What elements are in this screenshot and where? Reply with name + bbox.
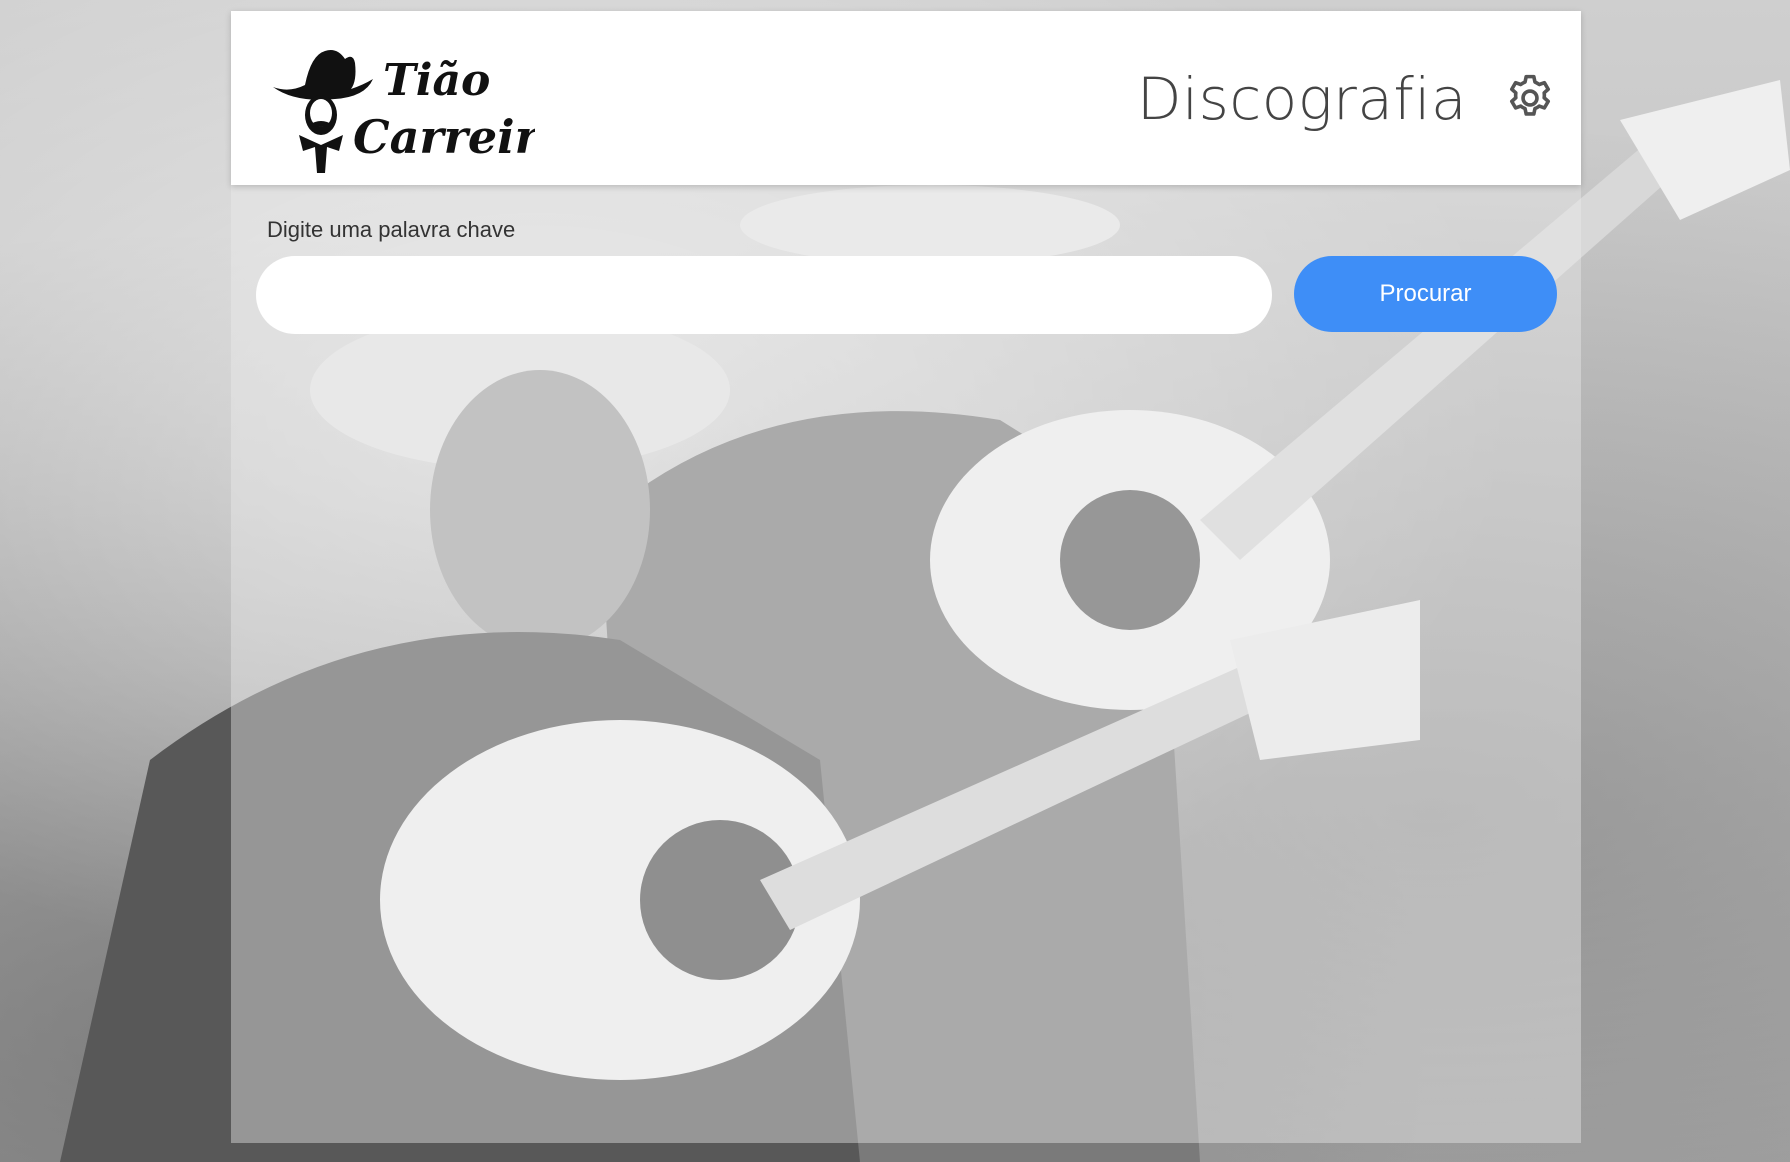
- page-title: Discografia: [1136, 65, 1467, 133]
- logo-text-line-1: Tião: [383, 55, 490, 106]
- header-bar: Tião Carreiro Discografia: [231, 11, 1581, 185]
- logo-text-line-2: Carreiro: [353, 110, 535, 164]
- site-logo[interactable]: Tião Carreiro: [265, 33, 570, 173]
- logo-graphic: Tião Carreiro: [273, 50, 570, 173]
- search-button[interactable]: Procurar: [1294, 256, 1557, 332]
- gear-icon: [1509, 74, 1551, 116]
- settings-gear-icon[interactable]: [1503, 71, 1557, 125]
- search-input[interactable]: [256, 256, 1272, 334]
- search-label: Digite uma palavra chave: [267, 217, 516, 242]
- main-panel: Tião Carreiro Discografia Digite uma pal…: [231, 11, 1581, 1143]
